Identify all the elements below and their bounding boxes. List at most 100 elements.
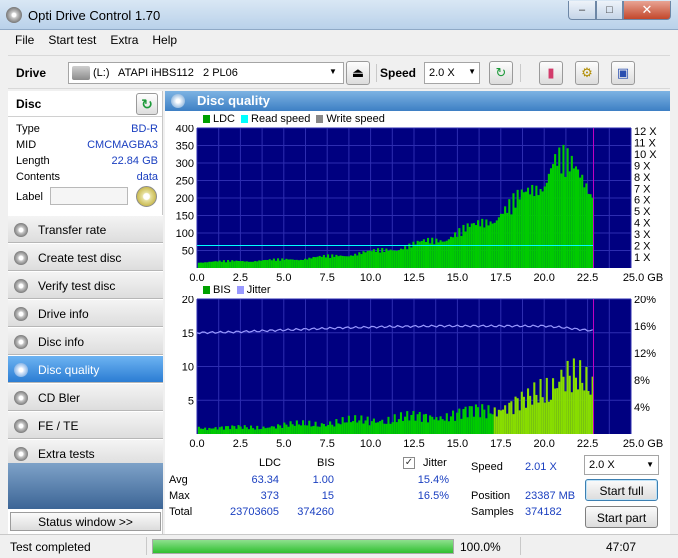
bis-bar (491, 414, 494, 434)
bis-bar (495, 416, 498, 434)
refresh-icon: ↻ (495, 65, 507, 80)
ldc-bar (287, 259, 290, 268)
bis-bar (224, 426, 228, 434)
bis-bar (249, 425, 253, 434)
x-tick-label: 20.0 (533, 438, 554, 450)
menu-help[interactable]: Help (145, 30, 184, 50)
ldc-bar (585, 183, 588, 268)
ldc-bar (387, 250, 390, 268)
minimize-button[interactable]: – (568, 1, 596, 20)
bis-bar (524, 407, 528, 434)
bis-bar (435, 417, 438, 434)
status-bar: Test completed 100.0% 47:07 (0, 534, 678, 558)
menu-start-test[interactable]: Start test (41, 30, 103, 50)
ldc-bar (208, 261, 211, 268)
ldc-bar (254, 261, 257, 268)
disc-icon (14, 335, 28, 349)
y-right-tick-label: 8 X (634, 172, 651, 184)
bis-bar (360, 415, 363, 434)
elapsed-time: 47:07 (606, 540, 637, 554)
settings-button[interactable]: ⚙ (575, 61, 599, 85)
y-tick-label: 10 (182, 362, 194, 374)
ldc-bar (270, 260, 273, 268)
ldc-bar (243, 261, 246, 268)
bis-bar (570, 392, 573, 434)
ldc-bar (318, 255, 321, 268)
x-tick-label: 25.0 GB (623, 272, 663, 284)
x-tick-label: 0.0 (189, 272, 204, 284)
bis-bar (268, 427, 271, 434)
ldc-bar (427, 237, 430, 268)
ldc-bar (449, 236, 453, 268)
nav-spacer (8, 463, 163, 509)
nav-disc-info[interactable]: Disc info (8, 327, 163, 355)
disc-label-input[interactable] (50, 187, 128, 205)
save-button[interactable]: ▣ (611, 61, 635, 85)
eraser-icon: ▮ (547, 65, 555, 80)
x-tick-label: 12.5 (403, 438, 424, 450)
ldc-bar (587, 193, 590, 268)
chevron-down-icon: ▼ (646, 460, 654, 469)
ldc-bar (566, 148, 569, 268)
ldc-bar (577, 169, 580, 268)
status-window-button[interactable]: Status window >> (10, 512, 161, 531)
ldc-bar (345, 256, 348, 268)
x-tick-label: 15.0 (447, 272, 468, 284)
menu-extra[interactable]: Extra (103, 30, 145, 50)
disc-length-value: 22.84 GB (111, 155, 158, 167)
jitter-checkbox[interactable]: ✓ (403, 457, 415, 469)
bis-bar (314, 421, 317, 434)
maximize-button[interactable]: □ (596, 1, 623, 20)
ldc-bar (537, 195, 540, 268)
nav-drive-info[interactable]: Drive info (8, 299, 163, 327)
ldc-bar (245, 261, 248, 268)
ldc-bar (364, 252, 367, 268)
bis-bar (247, 429, 250, 434)
refresh-speed-button[interactable]: ↻ (489, 61, 513, 85)
test-speed-select[interactable]: 2.0 X ▼ (584, 455, 659, 475)
start-part-button[interactable]: Start part (585, 506, 658, 528)
bis-bar (408, 420, 411, 434)
legend-write-speed: Write speed (326, 113, 385, 125)
nav-disc-quality[interactable]: Disc quality (8, 355, 163, 383)
nav-verify-test-disc[interactable]: Verify test disc (8, 271, 163, 299)
samples-label: Samples (471, 506, 514, 518)
close-button[interactable]: ✕ (623, 1, 671, 20)
start-full-button[interactable]: Start full (585, 479, 658, 501)
y-right-tick-label: 5 X (634, 206, 651, 218)
bis-bar (564, 391, 567, 434)
bis-bar (554, 388, 557, 434)
ldc-bar (433, 244, 436, 268)
ldc-bar (258, 260, 261, 268)
ldc-bar (352, 255, 355, 268)
disc-icon (14, 251, 28, 265)
ldc-bar (460, 235, 463, 268)
bis-bar (429, 415, 432, 434)
erase-button[interactable]: ▮ (539, 61, 563, 85)
eject-button[interactable]: ⏏ (346, 61, 370, 85)
bis-bar (560, 369, 563, 434)
ldc-bar (314, 257, 317, 268)
x-tick-label: 2.5 (233, 438, 248, 450)
bis-bar (552, 378, 555, 434)
ldc-bar (410, 247, 413, 268)
speed-select[interactable]: 2.0 X ▼ (424, 62, 480, 84)
ldc-bar (395, 250, 398, 268)
nav-cd-bler[interactable]: CD Bler (8, 383, 163, 411)
menu-file[interactable]: File (8, 30, 41, 50)
disc-header: Disc ↻ (8, 91, 162, 117)
ldc-bar (506, 212, 509, 268)
nav-fe-te[interactable]: FE / TE (8, 411, 163, 439)
ldc-bar (429, 243, 432, 268)
bis-bar (324, 426, 328, 434)
nav-create-test-disc[interactable]: Create test disc (8, 243, 163, 271)
drive-select[interactable]: (L:) ATAPI iHBS112 2 PL06 ▼ (68, 62, 344, 84)
ldc-bar (202, 262, 205, 268)
refresh-disc-button[interactable]: ↻ (136, 93, 158, 115)
bis-bar (204, 427, 207, 434)
ldc-bar (289, 259, 292, 268)
disc-type-key: Type (16, 123, 40, 135)
legend-swatch (316, 115, 324, 123)
disc-label-apply-button[interactable] (136, 186, 157, 207)
nav-transfer-rate[interactable]: Transfer rate (8, 215, 163, 243)
